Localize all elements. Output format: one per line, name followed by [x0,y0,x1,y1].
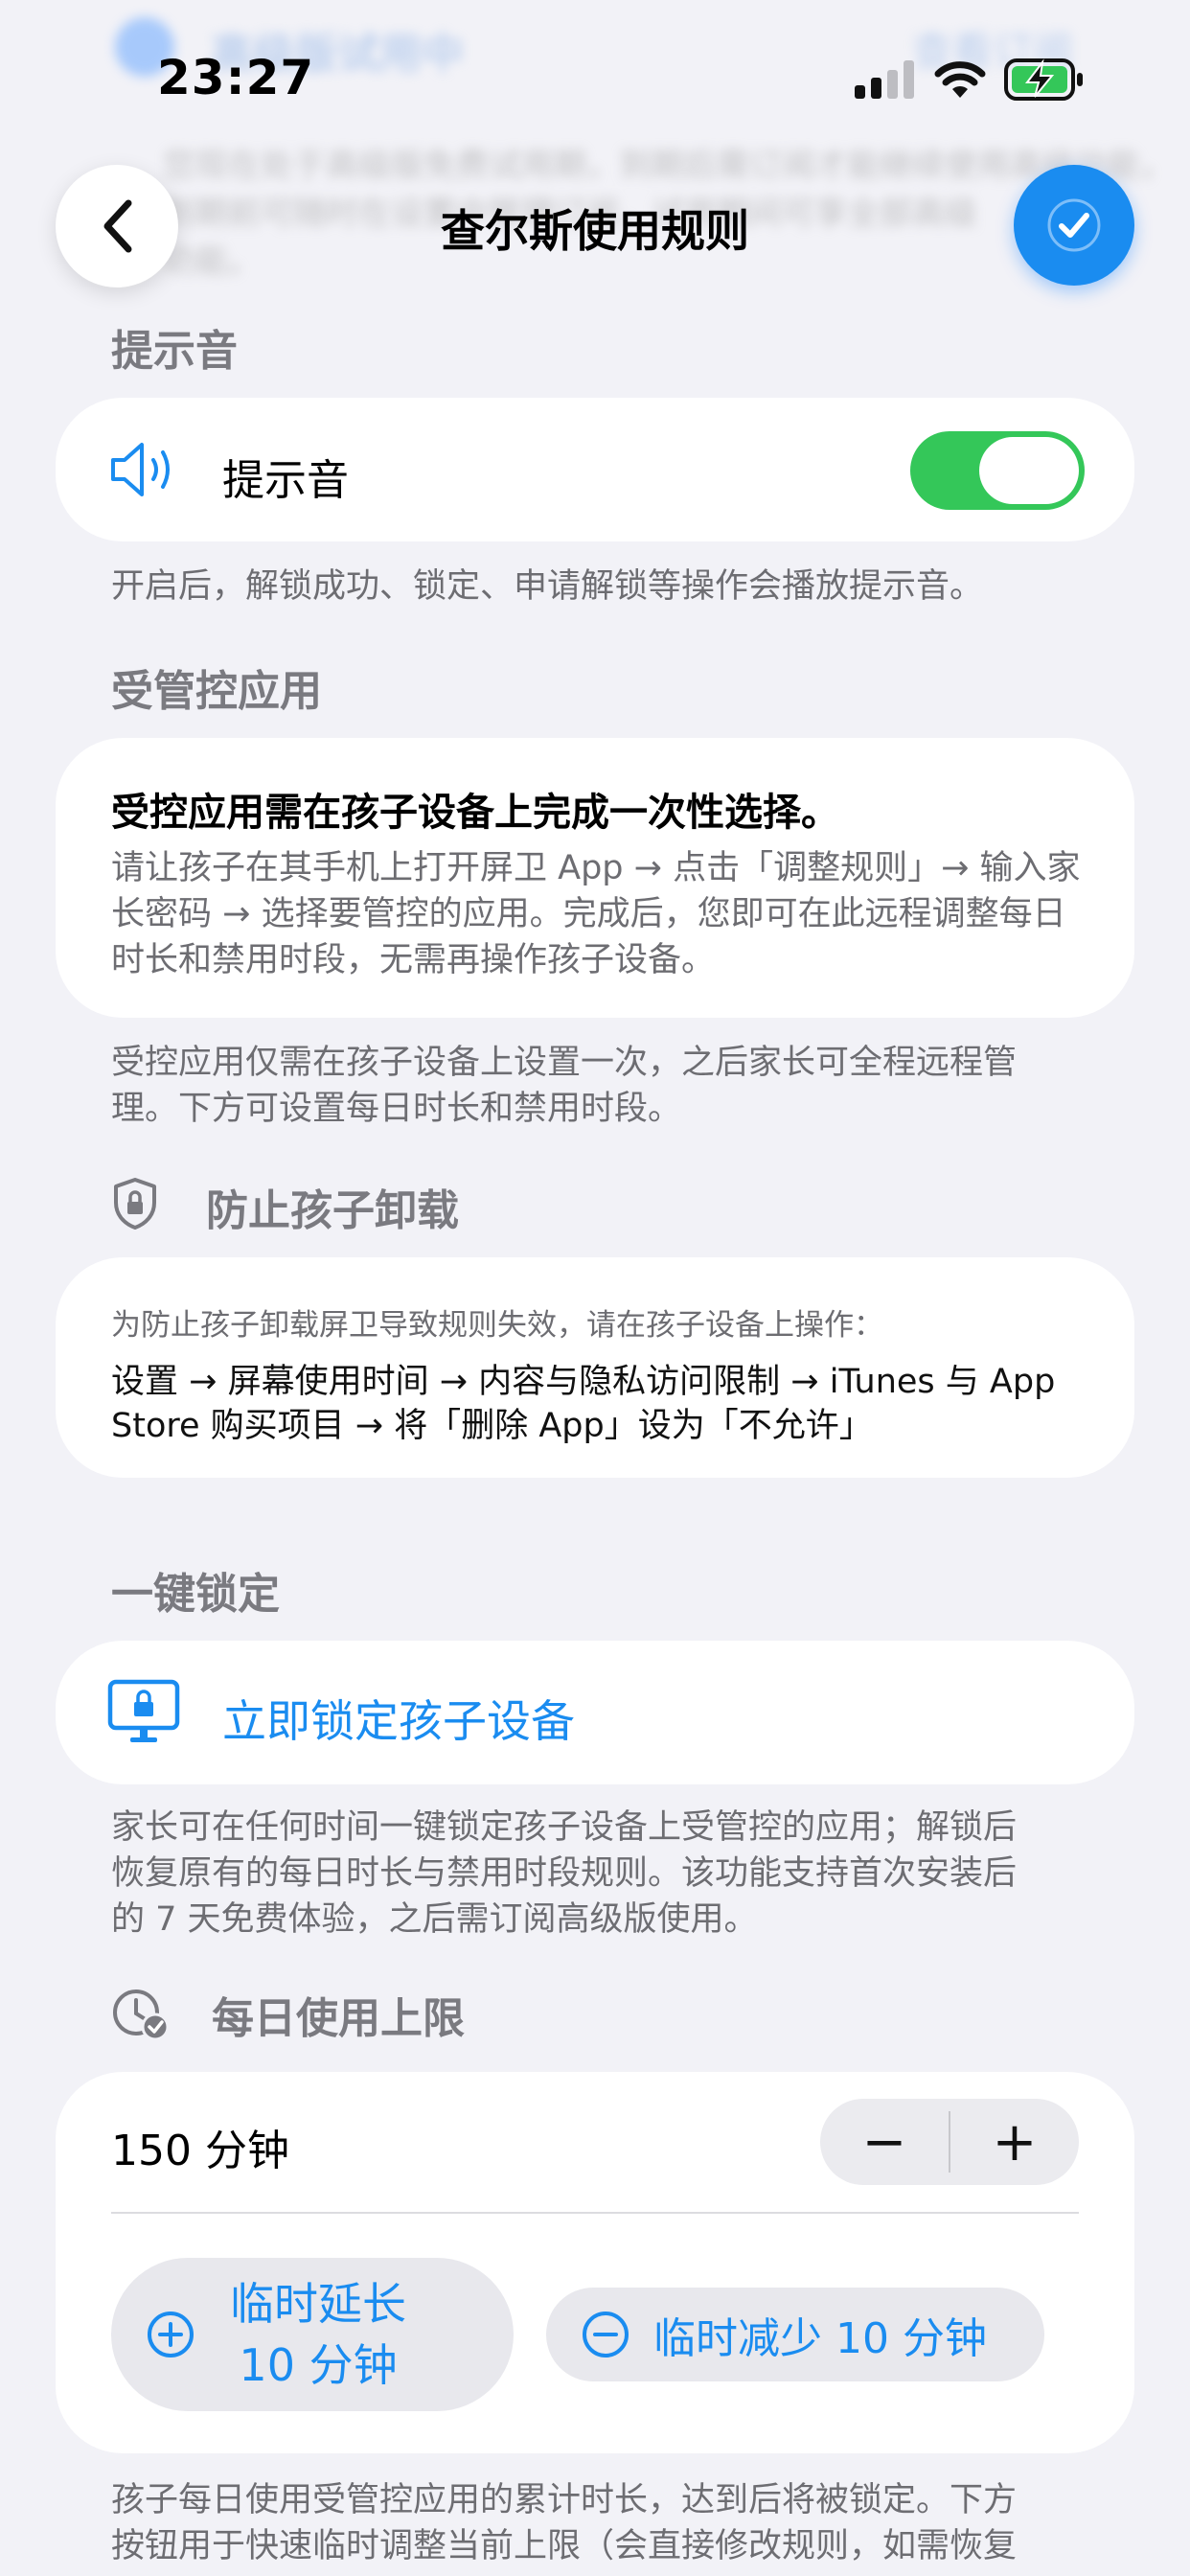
section-header-sound: 提示音 [111,327,238,376]
page-title: 查尔斯使用规则 [441,205,749,257]
confirm-button[interactable] [1014,165,1134,286]
section-header-prevent-uninstall: 防止孩子卸载 [206,1186,459,1235]
reduce-10-min-button[interactable]: 临时减少 10 分钟 [546,2288,1044,2381]
managed-apps-footnote: 受控应用仅需在孩子设备上设置一次，之后家长可全程远程管 [111,1044,1018,1082]
prevent-uninstall-path: Store 购买项目 → 将「删除 App」设为「不允许」 [111,1407,873,1445]
sound-toggle[interactable] [910,431,1085,510]
toggle-knob [979,437,1079,504]
extend-button-label: 临时延长 10 分钟 [230,2273,406,2396]
minus-circle-icon [583,2312,629,2358]
sound-row-label: 提示音 [222,456,349,505]
decrement-button[interactable]: − [820,2099,949,2185]
sound-footnote: 开启后，解锁成功、锁定、申请解锁等操作会播放提示音。 [111,567,984,606]
speaker-icon [111,443,170,496]
cellular-signal-icon [855,60,914,99]
managed-apps-footnote: 理。下方可设置每日时长和禁用时段。 [111,1090,682,1128]
section-header-managed-apps: 受管控应用 [111,667,322,716]
extend-label-line: 临时延长 [230,2278,406,2330]
divider [111,2212,1079,2214]
lock-device-label: 立即锁定孩子设备 [222,1695,575,1747]
one-tap-lock-footnote: 恢复原有的每日时长与禁用时段规则。该功能支持首次安装后 [111,1854,1018,1893]
status-time: 23:27 [157,50,315,105]
prevent-uninstall-path: 设置 → 屏幕使用时间 → 内容与隐私访问限制 → iTunes 与 App [111,1363,1056,1401]
daily-limit-value: 150 分钟 [111,2127,289,2175]
shield-lock-icon [114,1178,156,1230]
daily-limit-footnote: 按钮用于快速临时调整当前上限（会直接修改规则，如需恢复 [111,2527,1018,2565]
managed-apps-card-body: 时长和禁用时段，无需再操作孩子设备。 [111,941,716,979]
plus-circle-icon [148,2312,194,2358]
extend-10-min-button[interactable]: 临时延长 10 分钟 [111,2258,514,2411]
section-header-daily-limit: 每日使用上限 [212,1994,465,2043]
increment-button[interactable]: + [950,2099,1079,2185]
prevent-uninstall-intro: 为防止孩子卸载屏卫导致规则失效，请在孩子设备上操作： [111,1308,883,1343]
managed-apps-card-body: 请让孩子在其手机上打开屏卫 App → 点击「调整规则」→ 输入家 [111,849,1081,887]
daily-limit-stepper[interactable]: − + [820,2099,1079,2185]
one-tap-lock-footnote: 的 7 天免费体验，之后需订阅高级版使用。 [111,1900,758,1939]
clock-check-icon [113,1990,170,2041]
lock-device-button[interactable] [56,1641,1134,1784]
status-icons [855,58,1085,102]
section-header-one-tap-lock: 一键锁定 [111,1570,280,1619]
checkmark-icon [1047,198,1101,252]
managed-apps-card-title: 受控应用需在孩子设备上完成一次性选择。 [111,791,839,835]
daily-limit-footnote: 孩子每日使用受管控应用的累计时长，达到后将被锁定。下方 [111,2481,1018,2519]
banner-line: 您现在处于高级版免费试用期，到期后需订阅才能继续使用高级功能， [163,147,1173,185]
managed-apps-card-body: 长密码 → 选择要管控的应用。完成后，您即可在此远程调整每日 [111,895,1066,933]
battery-charging-icon [1004,58,1083,101]
wifi-icon [934,61,986,98]
monitor-lock-icon [107,1679,180,1742]
extend-label-line: 10 分钟 [239,2339,398,2391]
one-tap-lock-footnote: 家长可在任何时间一键锁定孩子设备上受管控的应用；解锁后 [111,1808,1018,1847]
reduce-button-label: 临时减少 10 分钟 [653,2314,987,2363]
